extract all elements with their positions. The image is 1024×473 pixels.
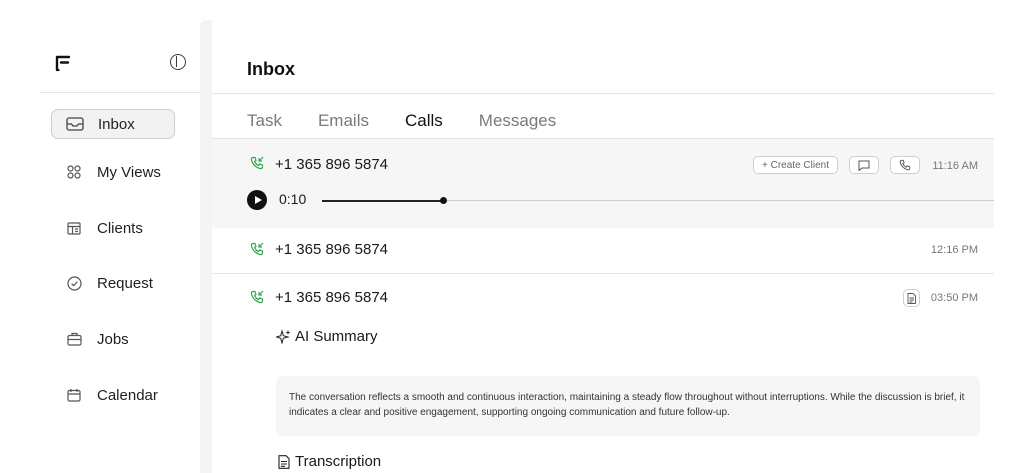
ai-summary-title: AI Summary [295,328,378,345]
sidebar-item-inbox[interactable]: Inbox [51,109,175,139]
call-time: 11:16 AM [932,160,978,172]
sidebar-item-label: Calendar [97,386,158,404]
message-icon [858,160,870,171]
caller-number: +1 365 896 5874 [275,289,389,306]
call-button[interactable] [890,156,920,174]
call-time: 03:50 PM [930,292,978,304]
sidebar-item-label: Request [97,274,153,292]
document-icon [276,454,291,469]
message-button[interactable] [849,156,879,174]
sparkle-icon [276,329,291,344]
calendar-icon [65,386,83,404]
sidebar-item-my-views[interactable]: My Views [51,157,175,187]
document-icon [907,292,916,304]
main-panel: Inbox Task Emails Calls Messages +1 365 … [212,20,1002,473]
incoming-call-icon [250,290,264,304]
audio-scrubber-handle[interactable] [440,197,447,204]
sidebar-item-jobs[interactable]: Jobs [51,324,175,354]
tab-emails[interactable]: Emails [318,111,369,141]
brand-logo[interactable] [55,54,71,72]
play-button[interactable] [247,190,267,210]
sidebar-toggle-icon[interactable] [170,54,186,70]
caller-number: +1 365 896 5874 [275,241,389,258]
grid-icon [65,163,83,181]
call-row[interactable]: +1 365 896 5874 + Create Client 11:16 AM… [212,139,994,228]
title-divider [212,93,994,94]
panel-divider [200,20,212,473]
check-circle-icon [65,274,83,292]
sidebar-item-clients[interactable]: Clients [51,213,175,243]
phone-icon [899,159,911,171]
ai-summary-text: The conversation reflects a smooth and c… [276,376,980,436]
sidebar-divider [40,92,200,93]
call-row[interactable]: +1 365 896 5874 03:50 PM AI Summary The … [212,275,994,473]
layout-icon [65,219,83,237]
transcription-title: Transcription [295,453,382,470]
sidebar-item-request[interactable]: Request [51,268,175,298]
call-row[interactable]: +1 365 896 5874 12:16 PM [212,228,994,274]
playback-time: 0:10 [279,191,307,207]
audio-progress-bar[interactable] [322,197,994,204]
tab-messages[interactable]: Messages [479,111,556,141]
tab-calls[interactable]: Calls [404,111,443,142]
ai-summary-heading: AI Summary [276,328,378,345]
create-client-button[interactable]: + Create Client [753,156,838,174]
call-time: 12:16 PM [930,244,978,256]
sidebar-item-label: Clients [97,219,143,237]
tab-bar: Task Emails Calls Messages [247,111,592,142]
incoming-call-icon [250,156,264,170]
transcription-heading[interactable]: Transcription [276,453,381,470]
sidebar-item-label: Inbox [98,115,135,133]
page-title: Inbox [247,59,295,79]
view-document-button[interactable] [903,289,920,307]
incoming-call-icon [250,242,264,256]
sidebar: Inbox My Views Clients Request Jobs Cale… [40,20,200,473]
row-divider [212,273,994,274]
sidebar-item-label: My Views [97,163,161,181]
caller-number: +1 365 896 5874 [275,156,389,173]
tab-task[interactable]: Task [247,111,282,141]
inbox-icon [66,115,84,133]
briefcase-icon [65,330,83,348]
sidebar-item-label: Jobs [97,330,129,348]
audio-progress-fill [322,199,443,202]
sidebar-item-calendar[interactable]: Calendar [51,380,175,410]
